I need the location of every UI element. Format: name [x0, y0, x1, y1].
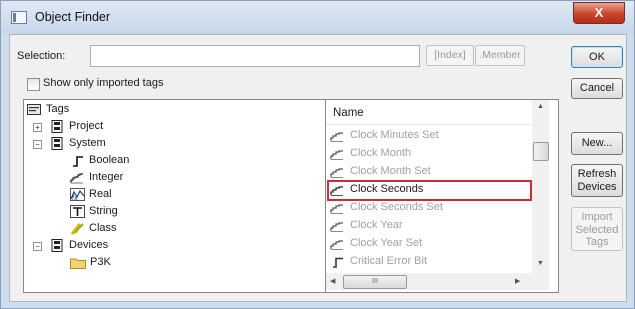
selection-highlight [327, 180, 532, 201]
tree-node-string[interactable]: String [24, 203, 224, 220]
real-icon: fx [70, 188, 85, 201]
tag-list[interactable]: Name Clock Minutes Set Clock Month Clock… [325, 99, 559, 293]
import-label-line2: Selected [575, 223, 619, 236]
cancel-button[interactable]: Cancel [571, 78, 623, 99]
tree-node-label: String [89, 205, 118, 217]
vertical-scrollbar[interactable]: ▲ ▼ [532, 100, 549, 273]
import-label-line1: Import [581, 211, 613, 223]
tree-node-label: Boolean [89, 154, 130, 166]
list-item[interactable]: Clock Year Set [326, 235, 531, 253]
title-bar[interactable]: Object Finder X [1, 1, 634, 34]
tree-node-p3k[interactable]: P3K [24, 254, 224, 271]
ok-button[interactable]: OK [571, 46, 623, 68]
list-item[interactable]: Clock Month Set [326, 163, 531, 181]
tree-node-label: Project [69, 120, 104, 132]
list-item-label: Critical Error Bit [350, 255, 428, 267]
list-item-label: Clock Month [350, 147, 412, 159]
tree-node-label: Real [89, 188, 112, 200]
tree-node-devices[interactable]: − Devices [24, 237, 224, 254]
list-item-label: Clock Year [350, 219, 403, 231]
refresh-label-line1: Refresh [577, 168, 617, 180]
tree-node-label: System [69, 137, 106, 149]
integer-icon [330, 132, 343, 142]
dialog-body: Selection: [Index] .Member Show only imp… [9, 34, 627, 302]
import-selected-tags-button[interactable]: Import Selected Tags [571, 207, 623, 251]
list-item-label: Clock Seconds Set [350, 201, 443, 213]
list-item-label: Clock Year Set [350, 237, 423, 249]
tree-node-real[interactable]: fx Real [24, 186, 224, 203]
selection-input[interactable] [90, 45, 420, 67]
scrollbar-corner [532, 273, 549, 290]
selection-label: Selection: [17, 50, 66, 62]
close-button[interactable]: X [573, 2, 625, 24]
tree-node-boolean[interactable]: Boolean [24, 152, 224, 169]
integer-icon [330, 204, 343, 214]
module-icon [51, 239, 63, 252]
show-imported-label[interactable]: Show only imported tags [43, 77, 163, 89]
list-item[interactable]: Clock Minutes Set [326, 127, 531, 145]
list-item-label: Clock Month Set [350, 165, 431, 177]
new-button[interactable]: New... [571, 132, 623, 155]
window-icon [11, 11, 27, 24]
tree-node-label: Class [89, 222, 117, 234]
vertical-scroll-thumb[interactable] [533, 142, 549, 161]
tree-node-label: Integer [89, 171, 124, 183]
tree-node-project[interactable]: + Project [24, 118, 224, 135]
integer-icon [330, 150, 343, 160]
import-label-line3: Tags [585, 236, 609, 248]
folder-icon [70, 258, 86, 269]
list-item[interactable]: Critical Error Bit [326, 253, 531, 271]
tree-node-system[interactable]: − System [24, 135, 224, 152]
tree-root-label: Tags [46, 103, 70, 115]
scroll-left-icon[interactable]: ◀ [330, 277, 335, 285]
refresh-devices-button[interactable]: Refresh Devices [571, 164, 623, 197]
horizontal-scroll-thumb[interactable]: III [343, 275, 407, 289]
tags-icon [27, 104, 41, 115]
column-header-name[interactable]: Name [326, 100, 531, 125]
refresh-label-line2: Devices [577, 181, 617, 193]
list-item[interactable]: Clock Year [326, 217, 531, 235]
object-finder-window: Object Finder X Selection: [Index] .Memb… [0, 0, 635, 309]
tag-tree[interactable]: Tags + Project − System Boolean Integer … [23, 99, 326, 293]
show-imported-checkbox[interactable] [27, 78, 40, 91]
list-item[interactable]: Clock Seconds Set [326, 199, 531, 217]
index-button[interactable]: [Index] [426, 45, 474, 66]
list-item[interactable]: Clock Month [326, 145, 531, 163]
module-icon [51, 137, 63, 150]
column-header-label: Name [333, 107, 364, 119]
module-icon [51, 120, 63, 133]
integer-icon [330, 240, 343, 250]
tree-node-integer[interactable]: Integer [24, 169, 224, 186]
scroll-up-icon[interactable]: ▲ [537, 103, 544, 110]
string-icon [70, 205, 85, 218]
collapse-icon[interactable]: − [33, 242, 42, 251]
tree-node-label: P3K [90, 256, 111, 268]
member-button[interactable]: .Member [475, 45, 525, 66]
class-icon [70, 223, 84, 235]
scroll-right-icon[interactable]: ▶ [515, 277, 520, 285]
boolean-icon [333, 257, 343, 268]
integer-icon [330, 222, 343, 232]
integer-icon [330, 168, 343, 178]
tree-node-label: Devices [69, 239, 109, 251]
boolean-icon [73, 156, 83, 167]
list-item-label: Clock Minutes Set [350, 129, 439, 141]
horizontal-scrollbar[interactable]: ◀ III ▶ [326, 273, 532, 290]
svg-text:fx: fx [72, 195, 78, 201]
scroll-down-icon[interactable]: ▼ [537, 260, 544, 267]
expand-icon[interactable]: + [33, 123, 42, 132]
integer-icon [70, 173, 83, 184]
collapse-icon[interactable]: − [33, 140, 42, 149]
window-title: Object Finder [35, 10, 111, 24]
tree-node-class[interactable]: Class [24, 220, 224, 237]
